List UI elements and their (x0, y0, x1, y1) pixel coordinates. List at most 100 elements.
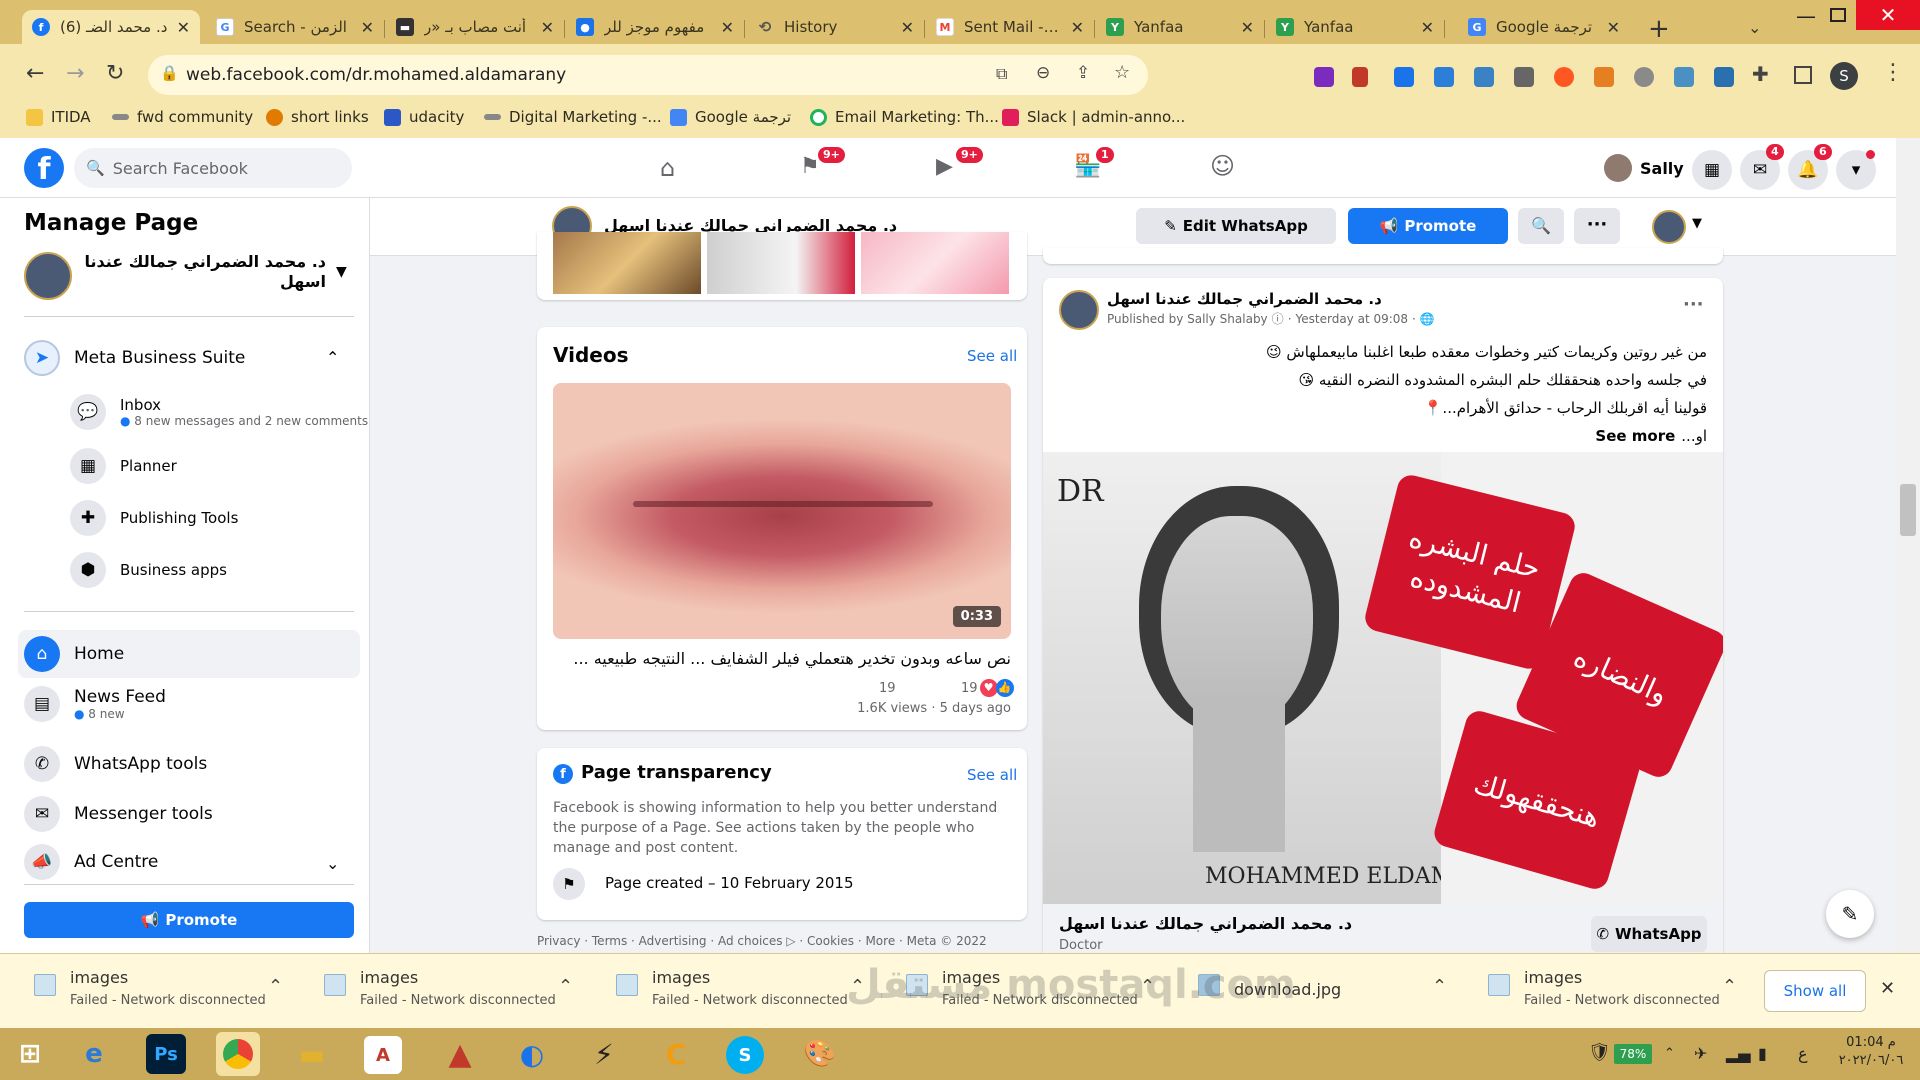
maximize-button[interactable] (1830, 8, 1846, 22)
download-item[interactable]: images Failed - Network disconnected ⌃ (324, 968, 584, 1018)
internet-explorer-icon[interactable]: e (72, 1032, 116, 1076)
extension-icon[interactable] (1474, 67, 1494, 87)
reload-icon[interactable]: ↻ (106, 61, 124, 86)
post-author-avatar[interactable] (1059, 290, 1099, 330)
page-name[interactable]: د. محمد الضمراني جمالك عندنا اسهل (84, 252, 326, 292)
bookmark-fwd[interactable]: fwd community (112, 108, 253, 126)
extension-icon[interactable] (1352, 67, 1368, 87)
paint-icon[interactable]: 🎨 (798, 1032, 842, 1076)
signal-icon[interactable]: ▂▄ (1726, 1044, 1751, 1063)
app-c-icon[interactable]: C (654, 1032, 698, 1076)
photo-thumbnail[interactable] (553, 232, 701, 294)
acrobat-icon[interactable]: A (364, 1036, 402, 1074)
bookmark-star-icon[interactable]: ☆ (1114, 62, 1130, 83)
more-options-icon[interactable]: ··· (1574, 208, 1620, 244)
security-icon[interactable]: 🛡 (1588, 1042, 1611, 1063)
chevron-up-icon[interactable]: ⌃ (326, 348, 339, 367)
chevron-up-icon[interactable]: ⌃ (1664, 1046, 1675, 1061)
tab-history[interactable]: ⟲ History ✕ (746, 10, 924, 44)
file-explorer-icon[interactable]: ▬ (290, 1032, 334, 1076)
footer-links[interactable]: Privacy · Terms · Advertising · Ad choic… (537, 934, 987, 948)
sidebar-item-home[interactable]: ⌂ Home (24, 636, 124, 672)
windows-start-icon[interactable]: ⊞ (8, 1032, 52, 1076)
bookmark-short-links[interactable]: short links (266, 108, 369, 126)
tab-yanfaa-2[interactable]: Y Yanfaa ✕ (1266, 10, 1444, 44)
bookmark-itida[interactable]: ITIDA (26, 108, 91, 126)
chevron-down-icon[interactable]: ▼ (336, 264, 347, 280)
translate-page-icon[interactable]: ⧉ (996, 64, 1007, 84)
video-reactions[interactable]: 19 ♥ 👍 (961, 679, 1014, 697)
edge-icon[interactable]: ◐ (510, 1032, 554, 1076)
switch-profile-avatar[interactable] (1652, 210, 1686, 244)
close-icon[interactable]: ✕ (901, 18, 914, 37)
whatsapp-button[interactable]: ✆ WhatsApp (1591, 916, 1707, 952)
profile-button[interactable]: Sally (1604, 152, 1692, 184)
transparency-see-all-link[interactable]: See all (967, 766, 1017, 784)
post-time[interactable]: Yesterday at 09:08 (1296, 312, 1409, 326)
back-icon[interactable]: ← (26, 61, 44, 86)
battery-indicator[interactable]: 78% (1614, 1044, 1652, 1064)
chrome-taskbar-icon[interactable] (216, 1032, 260, 1076)
clock[interactable]: 01:04 م ٢٠٢٢/٠٦/٠٦ (1830, 1034, 1912, 1070)
video-thumbnail[interactable]: 0:33 (553, 383, 1011, 639)
tab-article[interactable]: ● مفهوم موجز للر ✕ (566, 10, 744, 44)
tab-search[interactable]: G Search - الزمن ✕ (206, 10, 384, 44)
close-icon[interactable]: ✕ (1071, 18, 1084, 37)
language-indicator[interactable]: ع (1798, 1044, 1808, 1063)
download-item[interactable]: images Failed - Network disconnected ⌃ (34, 968, 294, 1018)
profile-avatar[interactable]: S (1830, 62, 1858, 90)
side-panel-icon[interactable] (1794, 66, 1812, 84)
autocad-icon[interactable]: ▲ (438, 1032, 482, 1076)
promote-button[interactable]: 📢 Promote (1348, 208, 1508, 244)
pages-flag-icon[interactable]: ⚑ (800, 154, 820, 179)
video-caption[interactable]: نص ساعه وبدون تخدير هتعملي فيلر الشفايف … (553, 649, 1011, 668)
bookmark-slack[interactable]: Slack | admin-anno... (1002, 108, 1185, 126)
facebook-logo[interactable]: f (24, 148, 64, 188)
edit-whatsapp-button[interactable]: ✎ Edit WhatsApp (1136, 208, 1336, 244)
bookmark-email-marketing[interactable]: Email Marketing: Th... (810, 108, 999, 126)
extension-icon[interactable] (1594, 67, 1614, 87)
extension-icon[interactable] (1514, 67, 1534, 87)
photo-thumbnail[interactable] (707, 232, 855, 294)
chevron-up-icon[interactable]: ⌃ (558, 976, 573, 997)
search-input[interactable]: 🔍 Search Facebook (74, 148, 352, 188)
extension-icon[interactable] (1314, 67, 1334, 87)
close-icon[interactable]: ✕ (1421, 18, 1434, 37)
scrollbar-thumb[interactable] (1900, 484, 1916, 536)
chevron-up-icon[interactable]: ⌃ (1432, 976, 1447, 997)
sidebar-item-inbox[interactable]: 💬 Inbox ● 8 new messages and 2 new comme… (70, 394, 368, 430)
extension-icon[interactable] (1554, 67, 1574, 87)
sidebar-item-business-apps[interactable]: ⬢ Business apps (70, 552, 227, 588)
tab-gmail[interactable]: M Sent Mail - sal ✕ (926, 10, 1094, 44)
tool-icon[interactable]: ⚡ (582, 1032, 626, 1076)
sidebar-item-planner[interactable]: ▦ Planner (70, 448, 177, 484)
show-all-button[interactable]: Show all (1764, 970, 1866, 1012)
bookmark-udacity[interactable]: udacity (384, 108, 464, 126)
close-icon[interactable]: ✕ (1880, 978, 1895, 999)
new-tab-button[interactable]: + (1648, 14, 1670, 44)
tab-news[interactable]: ▬ أنت مصاب بـ «ر ✕ (386, 10, 564, 44)
tab-translate[interactable]: G Google ترجمة ✕ (1458, 10, 1630, 44)
see-more-link[interactable]: See more (1595, 422, 1675, 450)
extension-icon[interactable] (1714, 67, 1734, 87)
download-item[interactable]: images Failed - Network disconnected ⌃ (616, 968, 876, 1018)
sidebar-item-meta-business-suite[interactable]: ➤ Meta Business Suite (24, 340, 245, 376)
tab-facebook[interactable]: f (6) د. محمد الضـ ✕ (22, 10, 200, 44)
extension-icon[interactable] (1434, 67, 1454, 87)
chevron-up-icon[interactable]: ⌃ (268, 976, 283, 997)
sidebar-item-ad-centre[interactable]: 📣 Ad Centre (24, 844, 158, 880)
download-item[interactable]: images Failed - Network disconnected ⌃ (1488, 968, 1748, 1018)
search-icon[interactable]: 🔍 (1518, 208, 1564, 244)
extension-icon[interactable] (1674, 67, 1694, 87)
chevron-down-icon[interactable]: ▼ (1692, 216, 1702, 231)
extension-icon[interactable] (1634, 67, 1654, 87)
bookmark-digital-marketing[interactable]: Digital Marketing -... (484, 108, 662, 126)
zoom-icon[interactable]: ⊖ (1036, 63, 1050, 83)
tab-search-chevron-icon[interactable]: ⌄ (1748, 18, 1761, 37)
post-options-icon[interactable]: ··· (1683, 294, 1704, 315)
new-message-icon[interactable]: ✎ (1826, 890, 1874, 938)
post-author-name[interactable]: د. محمد الضمراني جمالك عندنا اسهل (1107, 290, 1382, 308)
close-icon[interactable]: ✕ (1607, 18, 1620, 37)
sidebar-item-messenger-tools[interactable]: ✉ Messenger tools (24, 796, 213, 832)
network-icon[interactable]: ✈ (1694, 1044, 1707, 1063)
